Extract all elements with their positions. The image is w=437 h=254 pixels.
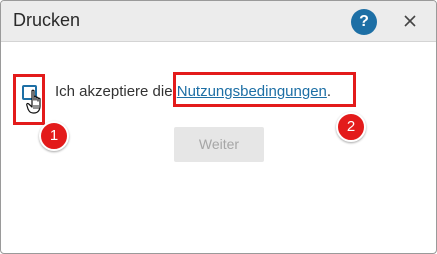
step-marker-2: 2 [336, 112, 366, 142]
close-button[interactable] [401, 12, 419, 30]
step-marker-1: 1 [39, 121, 69, 151]
continue-button[interactable]: Weiter [174, 127, 264, 162]
dialog-title: Drucken [13, 10, 81, 30]
link-highlight-box [173, 72, 356, 107]
close-icon [404, 15, 416, 27]
checkbox-highlight-box [13, 74, 45, 125]
help-button[interactable]: ? [351, 9, 377, 35]
accept-terms-text: Ich akzeptiere die [55, 83, 177, 100]
dialog-titlebar: Drucken ? [1, 1, 436, 42]
